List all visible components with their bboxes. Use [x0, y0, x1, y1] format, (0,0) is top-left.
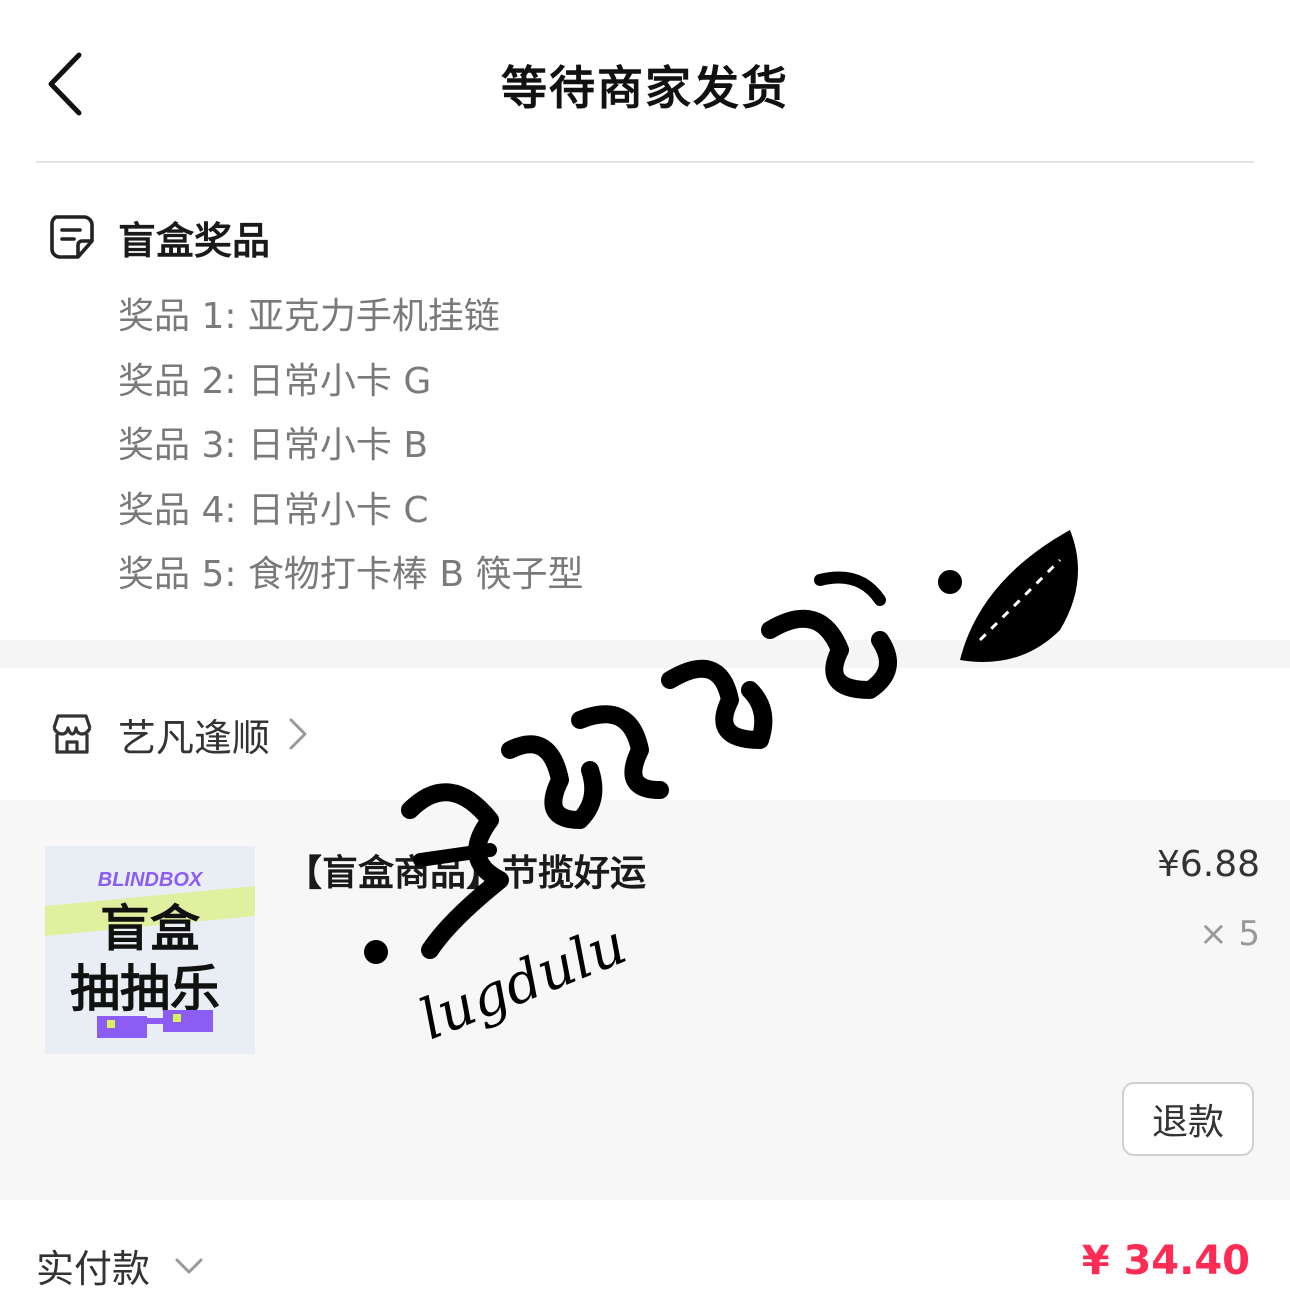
thumb-brand: BLINDBOX — [98, 869, 204, 891]
prize-item: 奖品 1: 亚克力手机挂链 — [118, 296, 500, 337]
total-amount: ¥ 34.40 — [1081, 1238, 1250, 1284]
shop-row[interactable]: 艺凡逢顺 — [0, 668, 1290, 800]
header: 等待商家发货 — [0, 0, 1290, 163]
prize-item: 奖品 4: 日常小卡 C — [118, 489, 429, 531]
refund-button[interactable]: 退款 — [1122, 1082, 1254, 1156]
prize-heading: 盲盒奖品 — [46, 207, 270, 267]
section-divider — [0, 640, 1290, 668]
prize-heading-label: 盲盒奖品 — [118, 218, 271, 263]
note-icon — [50, 215, 94, 259]
product-price: ¥6.88 — [1156, 844, 1260, 885]
total-label: 实付款 — [36, 1247, 151, 1291]
product-quantity: × 5 — [1199, 914, 1260, 954]
prize-section: 盲盒奖品 奖品 1: 亚克力手机挂链 奖品 2: 日常小卡 G 奖品 3: 日常… — [0, 163, 1290, 640]
total-row: 实付款 ¥ 34.40 — [0, 1200, 1290, 1309]
prize-item: 奖品 5: 食物打卡棒 B 筷子型 — [118, 554, 584, 595]
chevron-down-icon — [175, 1258, 203, 1273]
page-title: 等待商家发货 — [501, 61, 789, 115]
store-icon — [52, 714, 92, 754]
product-card: BLINDBOX 盲盒 抽抽乐 【盲盒商品】节揽好运 ¥6.88 × 5 退款 — [0, 800, 1290, 1200]
thumb-line1: 盲盒 — [100, 900, 201, 958]
thumb-line2: 抽抽乐 — [70, 960, 220, 1018]
product-thumbnail[interactable]: BLINDBOX 盲盒 抽抽乐 — [45, 846, 255, 1054]
chevron-right-icon — [289, 718, 307, 750]
prize-item: 奖品 2: 日常小卡 G — [118, 360, 432, 402]
blindbox-artwork: BLINDBOX 盲盒 抽抽乐 — [45, 846, 255, 1054]
product-name[interactable]: 【盲盒商品】节揽好运 — [286, 844, 646, 896]
order-detail-page: 等待商家发货 盲盒奖品 奖品 1: 亚克力手机挂链 奖品 2: 日常小卡 G 奖… — [0, 0, 1290, 1309]
prize-item: 奖品 3: 日常小卡 B — [118, 425, 429, 466]
total-toggle[interactable]: 实付款 — [36, 1238, 204, 1293]
shop-name: 艺凡逢顺 — [118, 715, 271, 760]
prize-list: 奖品 1: 亚克力手机挂链 奖品 2: 日常小卡 G 奖品 3: 日常小卡 B … — [118, 289, 584, 612]
